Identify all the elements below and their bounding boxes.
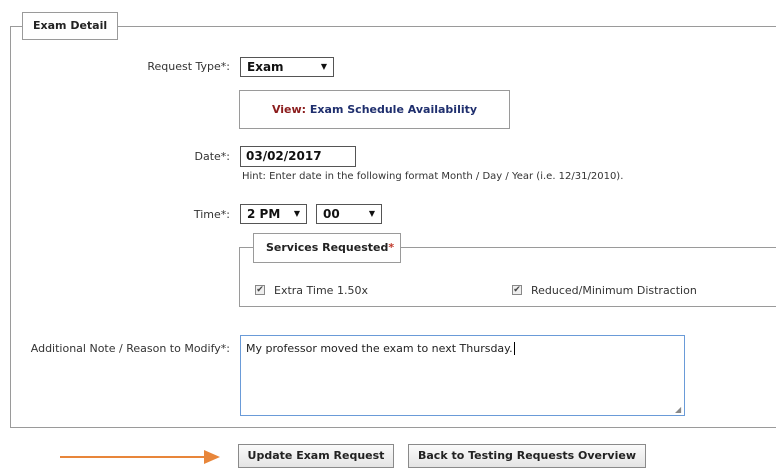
extra-time-label: Extra Time 1.50x bbox=[274, 284, 368, 297]
reduced-distraction-checkbox[interactable]: ✔ bbox=[512, 285, 522, 295]
required-mark: * bbox=[388, 241, 395, 254]
exam-detail-legend: Exam Detail bbox=[22, 12, 118, 40]
chevron-down-icon: ▼ bbox=[368, 209, 375, 218]
time-label: Time*: bbox=[193, 208, 230, 221]
checkmark-icon: ✔ bbox=[256, 285, 264, 295]
extra-time-checkbox[interactable]: ✔ bbox=[255, 285, 265, 295]
note-text: My professor moved the exam to next Thur… bbox=[246, 342, 513, 355]
note-textarea[interactable]: My professor moved the exam to next Thur… bbox=[240, 335, 685, 416]
reduced-distraction-label: Reduced/Minimum Distraction bbox=[531, 284, 697, 297]
text-cursor bbox=[513, 342, 515, 355]
time-hour-select[interactable]: 2 PM ▼ bbox=[240, 204, 307, 224]
services-legend-text: Services Requested bbox=[266, 241, 389, 254]
schedule-availability-link[interactable]: Exam Schedule Availability bbox=[310, 103, 477, 116]
note-label: Additional Note / Reason to Modify*: bbox=[30, 342, 230, 355]
time-minute-value: 00 bbox=[323, 207, 340, 221]
back-to-overview-button[interactable]: Back to Testing Requests Overview bbox=[408, 444, 646, 468]
time-hour-value: 2 PM bbox=[247, 207, 281, 221]
request-type-select[interactable]: Exam ▼ bbox=[240, 57, 334, 77]
arrow-right-icon bbox=[204, 450, 220, 464]
checkmark-icon: ✔ bbox=[513, 285, 521, 295]
request-type-value: Exam bbox=[247, 60, 284, 74]
services-legend: Services Requested* bbox=[253, 233, 401, 263]
date-hint: Hint: Enter date in the following format… bbox=[242, 171, 624, 182]
time-minute-select[interactable]: 00 ▼ bbox=[316, 204, 382, 224]
schedule-availability-box: View: Exam Schedule Availability bbox=[239, 90, 510, 129]
arrow-right-icon-shaft bbox=[60, 456, 208, 458]
request-type-label: Request Type*: bbox=[147, 60, 230, 73]
date-label: Date*: bbox=[194, 150, 231, 163]
update-exam-request-button[interactable]: Update Exam Request bbox=[238, 444, 394, 468]
chevron-down-icon: ▼ bbox=[320, 62, 327, 71]
chevron-down-icon: ▼ bbox=[293, 209, 300, 218]
resize-handle-icon[interactable]: ◢ bbox=[675, 406, 683, 414]
date-input[interactable]: 03/02/2017 bbox=[240, 146, 356, 167]
view-prefix: View: bbox=[271, 103, 307, 116]
